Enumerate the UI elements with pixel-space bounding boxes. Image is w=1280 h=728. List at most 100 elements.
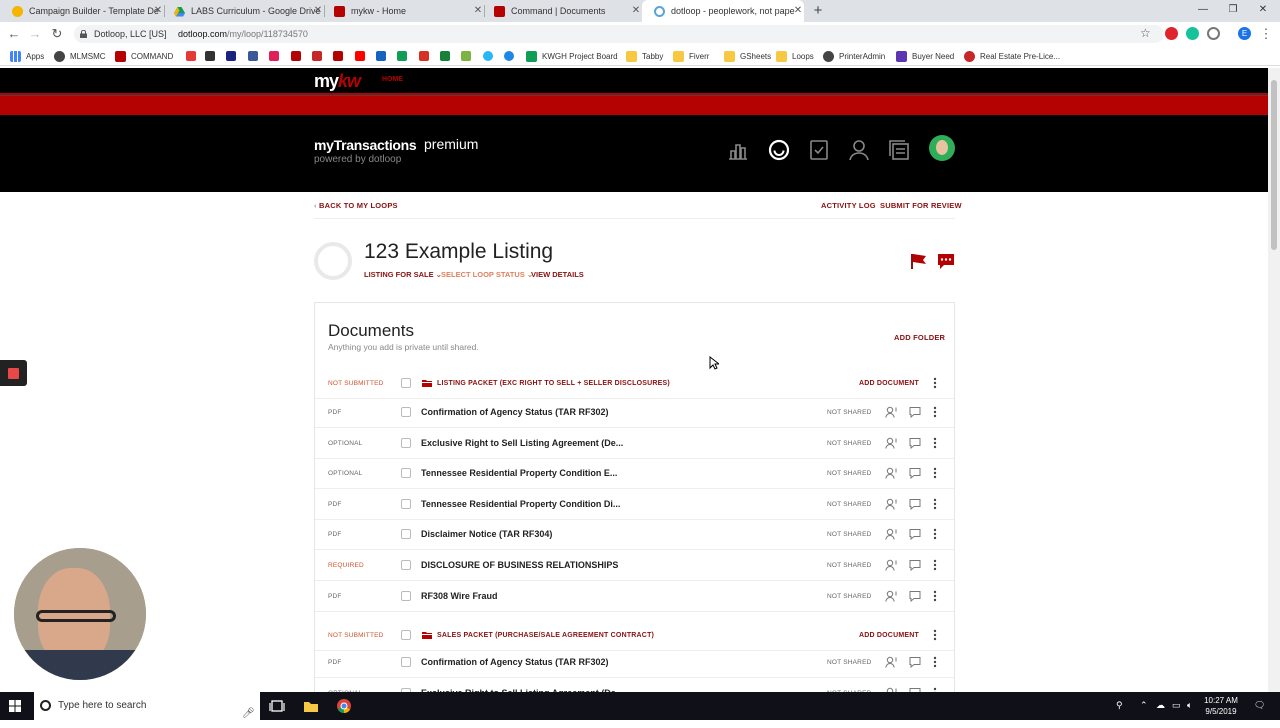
loop-type-dropdown[interactable]: LISTING FOR SALE ⌄ — [364, 270, 442, 279]
document-row[interactable]: PDFConfirmation of Agency Status (TAR RF… — [315, 648, 954, 678]
bookmark-icon[interactable] — [312, 51, 322, 61]
more-options-icon[interactable] — [933, 406, 937, 418]
packet-row[interactable]: NOT SUBMITTEDSALES PACKET (PURCHASE/SALE… — [315, 621, 954, 651]
share-person-icon[interactable] — [885, 437, 899, 449]
bookmark-icon[interactable] — [226, 51, 236, 61]
submit-for-review-link[interactable]: SUBMIT FOR REVIEW — [880, 201, 962, 210]
microphone-icon[interactable]: 🎤︎ — [242, 700, 255, 728]
close-window-button[interactable]: ✕ — [1248, 0, 1278, 22]
contacts-person-icon[interactable] — [848, 139, 870, 161]
onedrive-cloud-icon[interactable]: ☁ — [1156, 700, 1165, 711]
comment-icon[interactable] — [909, 528, 921, 540]
recording-stop-button[interactable] — [0, 360, 27, 386]
more-options-icon[interactable] — [933, 498, 937, 510]
grammarly-extension-icon[interactable] — [1186, 27, 1199, 40]
chat-bubble-icon[interactable] — [937, 252, 955, 270]
share-person-icon[interactable] — [885, 406, 899, 418]
document-checkbox[interactable] — [401, 499, 411, 509]
loop-status-dropdown[interactable]: SELECT LOOP STATUS ⌄ — [441, 270, 533, 279]
comment-icon[interactable] — [909, 406, 921, 418]
document-checkbox[interactable] — [401, 438, 411, 448]
bookmark-icon[interactable] — [440, 51, 450, 61]
close-tab-icon[interactable]: ✕ — [630, 5, 642, 17]
more-options-icon[interactable] — [933, 629, 937, 641]
packet-checkbox[interactable] — [401, 630, 411, 640]
packet-name[interactable]: LISTING PACKET (EXC RIGHT TO SELL + SELL… — [437, 380, 670, 387]
more-options-icon[interactable] — [933, 377, 937, 389]
more-options-icon[interactable] — [933, 559, 937, 571]
task-view-icon[interactable] — [269, 698, 285, 714]
activity-log-link[interactable]: ACTIVITY LOG — [821, 201, 876, 210]
document-name[interactable]: Confirmation of Agency Status (TAR RF302… — [421, 407, 609, 417]
packet-name[interactable]: SALES PACKET (PURCHASE/SALE AGREEMENT CO… — [437, 632, 654, 639]
document-name[interactable]: Confirmation of Agency Status (TAR RF302… — [421, 657, 609, 667]
dotloop-icon[interactable] — [768, 139, 790, 161]
flag-icon[interactable] — [910, 252, 928, 270]
tab-labs-curriculum[interactable]: LABS Curriculum - Google Drive ✕ — [162, 0, 324, 22]
comment-icon[interactable] — [909, 498, 921, 510]
close-tab-icon[interactable]: ✕ — [792, 5, 804, 17]
comment-icon[interactable] — [909, 559, 921, 571]
bookmark-printeradmin[interactable]: PrinterAdmin — [823, 50, 885, 62]
mykw-logo[interactable]: mykw — [314, 71, 360, 92]
page-scrollbar[interactable] — [1268, 68, 1280, 692]
view-details-link[interactable]: VIEW DETAILS — [531, 270, 584, 279]
document-name[interactable]: Disclaimer Notice (TAR RF304) — [421, 529, 552, 539]
document-checkbox[interactable] — [401, 657, 411, 667]
reload-icon[interactable]: ↻ — [49, 26, 65, 42]
bookmark-icon[interactable] — [376, 51, 386, 61]
document-checkbox[interactable] — [401, 468, 411, 478]
document-row[interactable]: PDFConfirmation of Agency Status (TAR RF… — [315, 398, 954, 428]
kw-icon[interactable] — [291, 51, 301, 61]
share-person-icon[interactable] — [885, 467, 899, 479]
document-row[interactable]: PDFTennessee Residential Property Condit… — [315, 490, 954, 520]
more-options-icon[interactable] — [933, 528, 937, 540]
add-document-button[interactable]: ADD DOCUMENT — [859, 632, 919, 639]
notifications-icon[interactable]: 🗨︎ — [1254, 700, 1265, 711]
tab-mykw-home[interactable]: mykw - Home ✕ — [322, 0, 484, 22]
share-person-icon[interactable] — [885, 656, 899, 668]
bookmark-mlmsmc[interactable]: MLMSMC — [54, 50, 106, 62]
share-person-icon[interactable] — [885, 590, 899, 602]
share-person-icon[interactable] — [885, 559, 899, 571]
bookmark-fiverr[interactable]: Fiverr — [673, 50, 709, 62]
forward-arrow-icon[interactable]: → — [27, 26, 43, 42]
new-tab-button[interactable]: + — [810, 2, 826, 20]
document-checkbox[interactable] — [401, 529, 411, 539]
bookmark-icon[interactable] — [186, 51, 196, 61]
facebook-icon[interactable] — [248, 51, 258, 61]
document-checkbox[interactable] — [401, 407, 411, 417]
bookmark-icon[interactable] — [461, 51, 471, 61]
bookmark-gsheets[interactable]: GSheets — [724, 50, 771, 62]
adblock-extension-icon[interactable] — [1165, 27, 1178, 40]
people-icon[interactable]: ⚲ — [1116, 700, 1123, 711]
document-name[interactable]: Tennessee Residential Property Condition… — [421, 468, 617, 478]
tab-campaign-builder[interactable]: Campaign Builder - Template De ✕ — [0, 0, 164, 22]
document-name[interactable]: Exclusive Right to Sell Listing Agreemen… — [421, 438, 623, 448]
bookmark-icon[interactable] — [205, 51, 215, 61]
document-row[interactable]: PDFRF308 Wire FraudNOT SHARED — [315, 582, 954, 612]
extension-icon[interactable] — [1207, 27, 1220, 40]
tab-dotloop[interactable]: dotloop - peoplework, not pape ✕ — [642, 0, 804, 22]
document-name[interactable]: DISCLOSURE OF BUSINESS RELATIONSHIPS — [421, 560, 618, 570]
comment-icon[interactable] — [909, 590, 921, 602]
document-checkbox[interactable] — [401, 560, 411, 570]
reports-chart-icon[interactable] — [727, 139, 749, 161]
bookmark-star-icon[interactable]: ☆ — [1140, 26, 1151, 40]
slack-icon[interactable] — [269, 51, 279, 61]
bookmark-buyer-need[interactable]: Buyer Need — [896, 50, 954, 62]
home-link[interactable]: HOME — [382, 76, 403, 83]
chrome-icon[interactable] — [336, 698, 352, 714]
add-document-button[interactable]: ADD DOCUMENT — [859, 380, 919, 387]
address-bar[interactable]: Dotloop, LLC [US] dotloop.com/my/loop/11… — [74, 25, 1164, 43]
document-name[interactable]: RF308 Wire Fraud — [421, 591, 497, 601]
more-options-icon[interactable] — [933, 467, 937, 479]
bookmark-apps[interactable]: Apps — [10, 50, 44, 62]
bookmark-real-estate[interactable]: Real Estate Pre-Lice... — [964, 50, 1060, 62]
comment-icon[interactable] — [909, 437, 921, 449]
minimize-button[interactable]: — — [1188, 0, 1218, 22]
gmail-icon[interactable] — [419, 51, 429, 61]
windows-start-icon[interactable] — [9, 700, 21, 712]
network-icon[interactable]: ▭ — [1172, 700, 1181, 711]
templates-copy-icon[interactable] — [888, 139, 910, 161]
